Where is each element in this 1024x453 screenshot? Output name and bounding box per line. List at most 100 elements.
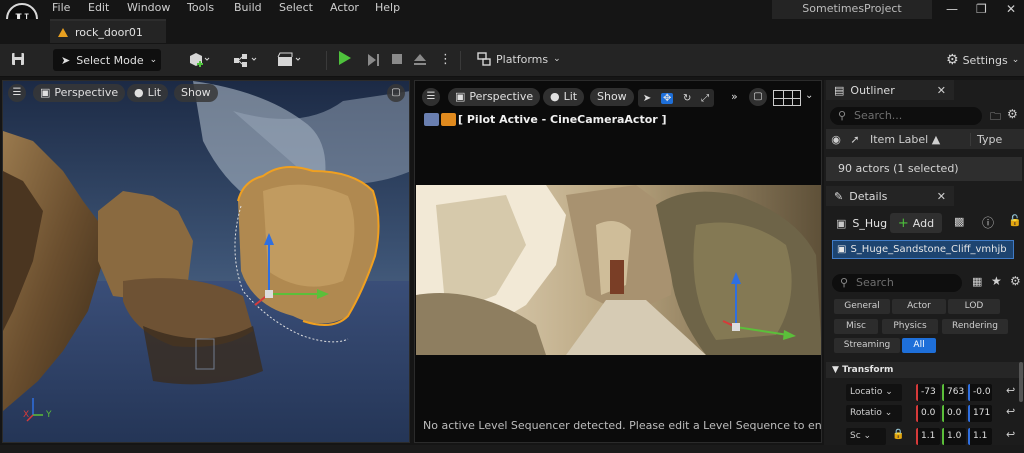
platforms-icon <box>477 52 491 66</box>
restore-icon[interactable]: ❐ <box>976 2 987 16</box>
type-column[interactable]: Type <box>970 132 1016 146</box>
filter-misc[interactable]: Misc <box>834 319 878 334</box>
menu-tools[interactable]: Tools <box>187 1 214 14</box>
selected-component-row[interactable]: ▣ S_Huge_Sandstone_Cliff_vmhjb <box>832 240 1014 259</box>
add-component-button[interactable]: + Add <box>890 213 942 233</box>
scale-x-field[interactable]: 1.1 <box>916 428 940 445</box>
menu-actor[interactable]: Actor <box>330 1 359 14</box>
scale-tool-icon[interactable]: ⤢ <box>701 93 709 104</box>
lit-button[interactable]: ● Lit <box>127 84 169 102</box>
selected-component-label: S_Huge_Sandstone_Cliff_vmhjb <box>850 244 1007 255</box>
show-button[interactable]: Show <box>590 88 634 106</box>
favorite-icon[interactable]: ★ <box>991 274 1002 288</box>
transform-tools: ➤ ✥ ↻ ⤢ <box>638 89 714 107</box>
viewport-menu-icon[interactable]: ☰ <box>422 88 440 106</box>
location-x-field[interactable]: -73 <box>916 384 940 401</box>
scale-y-field[interactable]: 1.0 <box>942 428 966 445</box>
menu-help[interactable]: Help <box>375 1 400 14</box>
eject-icon[interactable] <box>412 52 428 68</box>
menu-build[interactable]: Build <box>234 1 262 14</box>
eject-pilot-icon[interactable] <box>424 113 439 126</box>
add-folder-icon[interactable]: 🗀 <box>990 108 1001 127</box>
item-label-column[interactable]: Item Label ▲ <box>864 133 970 146</box>
blueprint-icon[interactable]: ▩ <box>954 215 964 228</box>
platforms-button[interactable]: Platforms ⌄ <box>477 52 561 66</box>
filter-all[interactable]: All <box>902 338 936 353</box>
outliner-tab[interactable]: ▤ Outliner ✕ <box>826 80 954 100</box>
filter-lod[interactable]: LOD <box>948 299 1000 314</box>
transform-section-header[interactable]: ▼ Transform <box>826 362 1024 378</box>
scale-dropdown[interactable]: Sc ⌄ <box>846 428 886 445</box>
close-icon[interactable]: ✕ <box>937 190 946 203</box>
rotation-row: Rotatio ⌄ 0.0 0.0 171 ↩ <box>826 404 1024 423</box>
filter-general[interactable]: General <box>834 299 890 314</box>
select-tool-icon[interactable]: ➤ <box>643 93 651 104</box>
perspective-button[interactable]: ▣ Perspective <box>448 88 541 106</box>
perspective-button[interactable]: ▣ Perspective <box>33 84 126 102</box>
location-y-field[interactable]: 763 <box>942 384 966 401</box>
rotate-tool-icon[interactable]: ↻ <box>683 93 691 104</box>
menu-file[interactable]: File <box>52 1 70 14</box>
settings-label: Settings <box>962 53 1008 67</box>
more-options-icon[interactable]: ⋮ <box>439 52 452 68</box>
details-tab[interactable]: ✎ Details ✕ <box>826 186 954 206</box>
translate-tool-icon[interactable]: ✥ <box>660 92 674 104</box>
filter-rendering[interactable]: Rendering <box>942 319 1008 334</box>
advance-frame-icon[interactable] <box>365 52 381 68</box>
reset-icon[interactable]: ↩ <box>1006 428 1015 441</box>
blueprint-icon[interactable] <box>233 52 259 68</box>
stop-icon[interactable] <box>390 52 404 68</box>
chevron-down-icon[interactable]: ⌄ <box>805 90 813 101</box>
perspective-label: Perspective <box>54 86 119 99</box>
cinematics-icon[interactable] <box>277 52 303 68</box>
rotation-z-field[interactable]: 171 <box>968 405 992 422</box>
add-content-icon[interactable] <box>188 52 210 68</box>
outliner-search-placeholder: Search... <box>854 109 903 122</box>
show-button[interactable]: Show <box>174 84 218 102</box>
settings-button[interactable]: ⚙ Settings ⌄ <box>946 52 1019 68</box>
save-icon[interactable] <box>11 52 25 68</box>
close-icon[interactable]: ✕ <box>937 84 946 97</box>
select-mode-dropdown[interactable]: ➤ Select Mode ⌄ <box>53 49 161 71</box>
rotation-dropdown[interactable]: Rotatio ⌄ <box>846 405 902 422</box>
camera-icon[interactable] <box>441 113 456 126</box>
gear-icon[interactable]: ⚙ <box>1010 274 1021 288</box>
menu-edit[interactable]: Edit <box>88 1 109 14</box>
outliner-search-input[interactable]: ⚲ Search... <box>830 107 982 125</box>
details-actor-header: ▣ S_Hug <box>826 213 887 233</box>
viewport-menu-icon[interactable]: ☰ <box>8 84 26 102</box>
play-button[interactable] <box>339 51 351 65</box>
rotation-y-field[interactable]: 0.0 <box>942 405 966 422</box>
level-viewport-right[interactable]: ☰ ▣ Perspective ● Lit Show ➤ ✥ ↻ ⤢ » ▢ ⌄… <box>414 80 822 443</box>
lock-icon[interactable]: 🔒 <box>892 429 904 440</box>
location-z-field[interactable]: -0.0 <box>968 384 992 401</box>
filter-actor[interactable]: Actor <box>892 299 946 314</box>
maximize-icon[interactable]: ▢ <box>749 88 767 106</box>
menu-select[interactable]: Select <box>279 1 313 14</box>
location-dropdown[interactable]: Locatio ⌄ <box>846 384 902 401</box>
lit-button[interactable]: ● Lit <box>543 88 585 106</box>
layout-grid-icon[interactable] <box>773 90 801 106</box>
help-icon[interactable]: ⓘ <box>982 214 994 231</box>
details-search-input[interactable]: ⚲ Search <box>832 274 962 292</box>
close-window-icon[interactable]: ✕ <box>1006 2 1016 16</box>
pin-icon[interactable]: ➚ <box>846 133 864 146</box>
menu-window[interactable]: Window <box>127 1 170 14</box>
minimize-icon[interactable]: — <box>946 2 958 16</box>
table-view-icon[interactable]: ▦ <box>972 275 982 288</box>
lock-icon[interactable]: 🔓 <box>1008 214 1022 227</box>
gear-icon[interactable]: ⚙ <box>1007 107 1018 121</box>
reset-icon[interactable]: ↩ <box>1006 405 1015 418</box>
level-tab[interactable]: rock_door01 <box>50 19 166 43</box>
maximize-icon[interactable]: ▢ <box>387 84 405 102</box>
level-viewport-left[interactable]: X Y ☰ ▣ Perspective ● Lit Show ▢ <box>2 80 410 443</box>
eye-icon[interactable]: ◉ <box>826 133 846 146</box>
reset-icon[interactable]: ↩ <box>1006 384 1015 397</box>
filter-physics[interactable]: Physics <box>882 319 938 334</box>
axis-x-label: X <box>23 410 30 420</box>
scale-z-field[interactable]: 1.1 <box>968 428 992 445</box>
expand-toolbar-icon[interactable]: » <box>731 90 738 103</box>
rotation-x-field[interactable]: 0.0 <box>916 405 940 422</box>
filter-streaming[interactable]: Streaming <box>834 338 900 353</box>
axis-y-label: Y <box>46 410 52 420</box>
